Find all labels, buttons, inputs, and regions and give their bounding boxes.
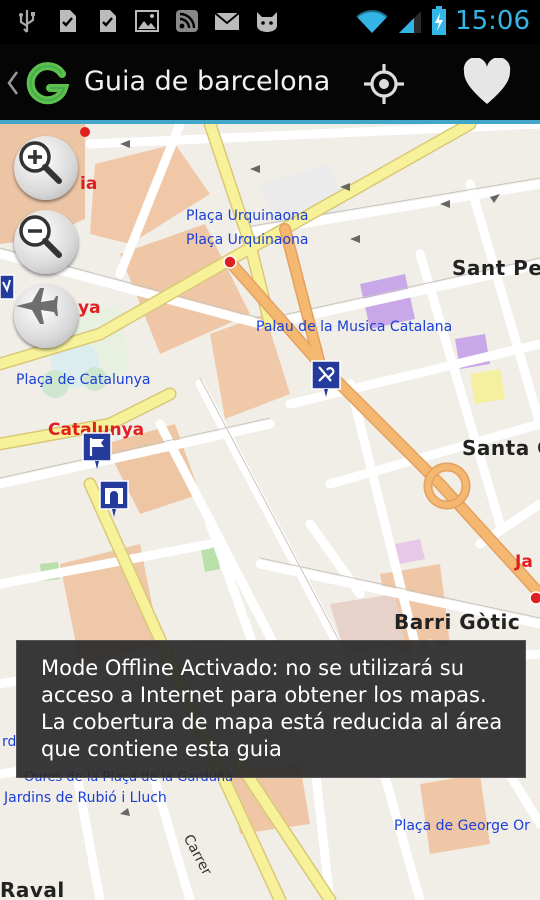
map-label: Plaça Urquinaona	[186, 232, 309, 248]
monument-marker-icon[interactable]	[99, 480, 129, 518]
toast-message: Mode Offline Activado: no se utilizará s…	[41, 656, 503, 761]
zoom-out-button[interactable]	[14, 210, 78, 274]
map-label: Ja	[515, 552, 533, 572]
zoom-in-icon	[19, 141, 62, 184]
offline-mode-toast: Mode Offline Activado: no se utilizará s…	[16, 640, 526, 778]
wifi-icon	[356, 10, 388, 33]
map-label: Plaça de George Or	[394, 818, 530, 834]
sd-card-icon	[100, 10, 116, 32]
clock: 15:06	[455, 6, 530, 36]
app-title: Guia de barcelona	[84, 66, 331, 97]
rss-icon	[176, 10, 198, 32]
map-label: ia	[80, 174, 98, 194]
app-logo-icon[interactable]	[24, 60, 72, 106]
locate-icon[interactable]	[362, 62, 406, 106]
map-view[interactable]: Plaça Urquinaona Plaça Urquinaona Sant P…	[0, 124, 540, 900]
status-bar: 15:06	[0, 0, 540, 44]
signal-icon	[399, 11, 422, 33]
map-label: Palau de la Musica Catalana	[256, 319, 453, 335]
airplane-icon	[16, 288, 58, 324]
system-indicators: 15:06	[355, 6, 530, 36]
zoom-in-button[interactable]	[14, 136, 78, 200]
battery-charging-icon	[432, 6, 447, 35]
map-label: ya	[78, 298, 101, 318]
action-bar: Guia de barcelona	[0, 44, 540, 120]
heart-icon[interactable]	[462, 58, 512, 106]
map-label: Plaça Urquinaona	[186, 208, 309, 224]
map-label: Raval	[0, 878, 65, 900]
flag-marker-icon[interactable]	[82, 432, 112, 470]
map-label: Santa C	[462, 436, 540, 460]
image-icon	[135, 10, 159, 32]
usb-icon	[19, 10, 35, 33]
airplane-mode-button[interactable]	[14, 284, 78, 348]
sd-card-icon	[60, 10, 76, 32]
map-label: Barri Gòtic	[394, 610, 521, 634]
map-label: Jardins de Rubió i Lluch	[4, 790, 167, 806]
cat-icon	[257, 12, 277, 32]
map-label: Sant Pe	[452, 256, 540, 280]
notification-icons	[14, 8, 280, 34]
map-label: Plaça de Catalunya	[16, 372, 151, 388]
zoom-out-icon	[19, 215, 62, 258]
mail-icon	[214, 12, 240, 30]
restaurant-marker-icon[interactable]	[311, 360, 341, 398]
back-chevron-icon[interactable]	[6, 70, 20, 96]
map-label: rd	[2, 734, 17, 750]
